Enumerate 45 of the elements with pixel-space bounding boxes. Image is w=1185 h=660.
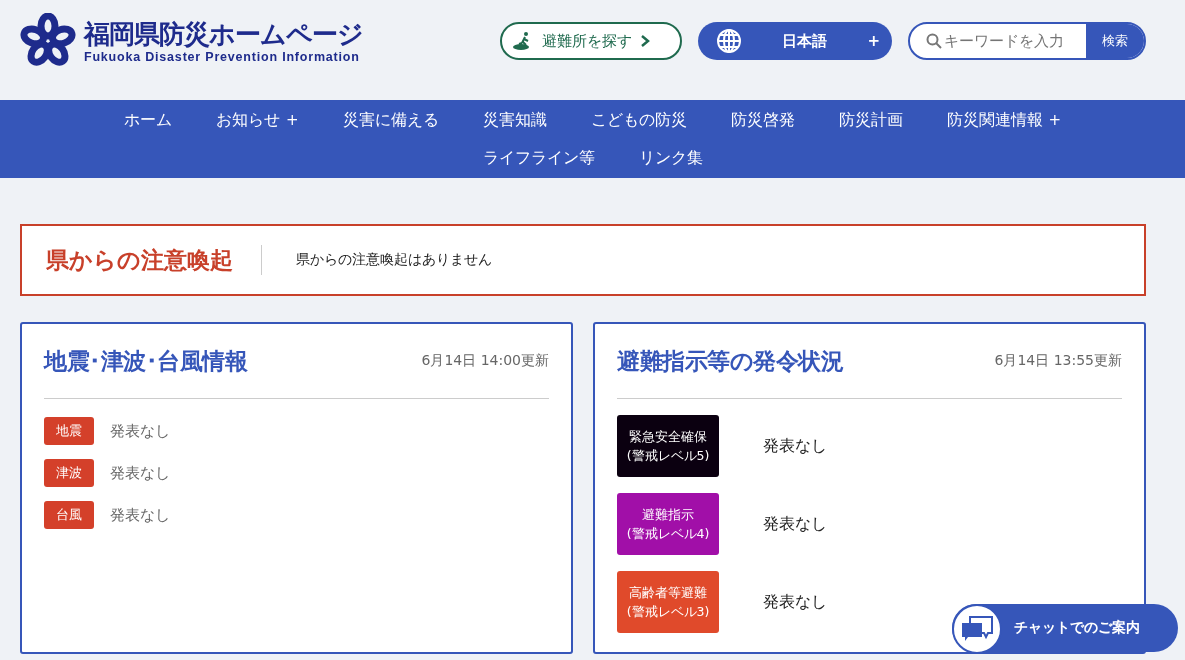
- site-title[interactable]: 福岡県防災ホームページ: [84, 18, 363, 50]
- chevron-right-icon: [640, 34, 650, 48]
- chat-bubbles-icon: [960, 615, 994, 643]
- expand-toggle[interactable]: +: [285, 105, 299, 135]
- level-name: 高齢者等避難: [629, 583, 707, 602]
- level-name: 避難指示: [642, 505, 694, 524]
- hazard-tag: 地震: [44, 417, 94, 445]
- nav-link[interactable]: リンク集: [638, 143, 703, 173]
- level-number: (警戒レベル3): [626, 603, 710, 621]
- shelter-search-button[interactable]: 避難所を探す: [500, 22, 682, 60]
- expand-toggle[interactable]: +: [1048, 105, 1062, 135]
- nav-link[interactable]: ライフライン等: [482, 143, 595, 173]
- card-title: 避難指示等の発令状況: [617, 346, 843, 376]
- nav-link[interactable]: 災害に備える: [342, 105, 439, 135]
- card-title: 地震･津波･台風情報: [44, 346, 247, 376]
- status-text: 発表なし: [110, 505, 170, 525]
- update-time: 6月14日 14:00更新: [421, 352, 549, 370]
- language-button[interactable]: 日本語 +: [698, 22, 892, 60]
- nav-link[interactable]: 防災啓発: [730, 105, 795, 135]
- hazard-tag: 津波: [44, 459, 94, 487]
- alert-title: 県からの注意喚起: [22, 245, 262, 275]
- level-number: (警戒レベル5): [626, 447, 710, 465]
- update-time: 6月14日 13:55更新: [994, 352, 1122, 370]
- nav-link[interactable]: 防災計画: [838, 105, 903, 135]
- level-number: (警戒レベル4): [626, 525, 710, 543]
- nav-link[interactable]: お知らせ: [215, 105, 280, 135]
- site-subtitle: Fukuoka Disaster Prevention Information: [84, 50, 361, 64]
- globe-icon: [716, 28, 742, 54]
- status-text: 発表なし: [763, 513, 827, 535]
- status-text: 発表なし: [110, 463, 170, 483]
- chat-button[interactable]: チャットでのご案内: [952, 604, 1178, 652]
- level-name: 緊急安全確保: [629, 427, 707, 446]
- search-field[interactable]: キーワードを入力 検索: [908, 22, 1146, 60]
- flower-logo-icon: [20, 13, 76, 69]
- nav-link[interactable]: 防災関連情報: [946, 105, 1043, 135]
- nav-link[interactable]: こどもの防災: [590, 105, 687, 135]
- nav-link[interactable]: ホーム: [123, 105, 172, 135]
- nav-link[interactable]: 災害知識: [482, 105, 547, 135]
- alert-message: 県からの注意喚起はありません: [295, 251, 492, 269]
- search-button[interactable]: 検索: [1086, 24, 1144, 58]
- status-text: 発表なし: [763, 435, 827, 457]
- hazard-tag: 台風: [44, 501, 94, 529]
- status-text: 発表なし: [110, 421, 170, 441]
- search-icon: [926, 33, 942, 49]
- status-text: 発表なし: [763, 591, 827, 613]
